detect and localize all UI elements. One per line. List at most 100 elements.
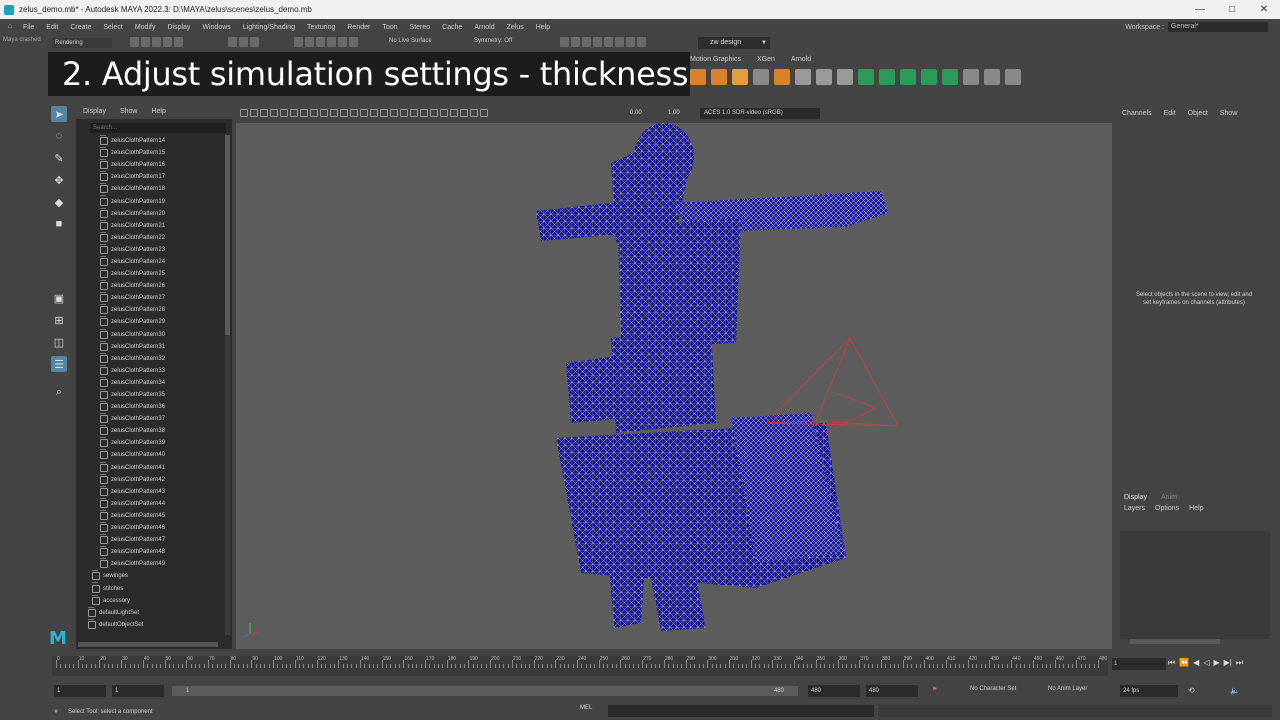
move-tool-icon[interactable]: ✥ <box>51 172 67 188</box>
layer-tab-anim[interactable]: Anim <box>1161 494 1177 501</box>
symmetry-dropdown[interactable]: Symmetry: Off <box>474 38 512 44</box>
anim-layer-dropdown[interactable]: No Anim Layer <box>1048 686 1087 692</box>
outliner-pattern-item[interactable]: zelusClothPattern37 <box>76 413 224 425</box>
menu-render[interactable]: Render <box>341 24 376 31</box>
animation-start-field[interactable]: 1 <box>54 685 106 697</box>
outliner-pattern-item[interactable]: zelusClothPattern16 <box>76 159 224 171</box>
channelbox-menu-show[interactable]: Show <box>1220 110 1238 117</box>
two-view-icon[interactable]: ◫ <box>51 334 67 350</box>
outliner-pattern-item[interactable]: zelusClothPattern35 <box>76 388 224 401</box>
select-object-icon[interactable] <box>239 37 248 47</box>
lights-icon[interactable] <box>400 109 408 117</box>
sound-icon[interactable]: 🔈 <box>1230 686 1240 695</box>
time-slider-track[interactable]: 0 10 20 30 40 50 60 70 80 90 100 110 120 130 140 150 160… <box>52 656 1108 676</box>
minimize-button[interactable]: — <box>1184 0 1216 19</box>
outliner-pattern-item[interactable]: zelusClothPattern20 <box>76 207 224 220</box>
four-view-icon[interactable]: ⊞ <box>51 312 67 328</box>
simulate-icon[interactable] <box>858 69 874 85</box>
left-leg-mesh[interactable] <box>608 551 646 628</box>
camera-attr-icon[interactable] <box>240 109 248 117</box>
outliner-search-input[interactable]: Search... <box>90 123 226 133</box>
render-settings-icon[interactable] <box>593 37 602 47</box>
outliner-pattern-item[interactable]: zelusClothPattern32 <box>76 352 224 365</box>
outliner-pattern-item[interactable]: zelusClothPattern17 <box>76 171 224 183</box>
menuset-dropdown[interactable]: Rendering <box>52 38 112 48</box>
light-icon[interactable] <box>626 37 635 47</box>
fold-icon[interactable] <box>774 69 790 85</box>
outliner-pattern-item[interactable]: zelusClothPattern45 <box>76 509 224 522</box>
play-backward-icon[interactable]: ◁ <box>1203 658 1209 668</box>
shelf-dropdown[interactable]: zw design ▼ <box>698 37 770 49</box>
outliner-group-item[interactable]: accessory <box>76 594 224 607</box>
antialias-icon[interactable] <box>440 109 448 117</box>
undo-icon[interactable] <box>163 37 172 47</box>
cache-icon[interactable] <box>921 69 937 85</box>
outliner-pattern-item[interactable]: zelusClothPattern33 <box>76 364 224 377</box>
outliner-set-item[interactable]: defaultObjectSet <box>76 618 224 631</box>
channelbox-menu-object[interactable]: Object <box>1188 110 1208 117</box>
outliner-pattern-item[interactable]: zelusClothPattern39 <box>76 437 224 449</box>
safe-title-icon[interactable] <box>350 109 358 117</box>
outliner-pattern-item[interactable]: zelusClothPattern47 <box>76 534 224 546</box>
snap-live-icon[interactable] <box>349 37 358 47</box>
xray-joints-icon[interactable] <box>470 109 478 117</box>
auto-key-icon[interactable]: ⚑ <box>932 686 937 693</box>
menu-file[interactable]: File <box>17 24 40 31</box>
textured-icon[interactable] <box>390 109 398 117</box>
menu-toon[interactable]: Toon <box>376 24 403 31</box>
weld-icon[interactable] <box>984 69 1000 85</box>
fps-dropdown[interactable]: 24 fps <box>1120 685 1178 697</box>
exposure-value[interactable]: 0.00 <box>630 110 642 116</box>
select-component-icon[interactable] <box>250 37 259 47</box>
snap-surface-icon[interactable] <box>338 37 347 47</box>
outliner-scroll-thumb[interactable] <box>225 135 230 335</box>
resolution-gate-icon[interactable] <box>310 109 318 117</box>
live-surface-label[interactable]: No Live Surface <box>389 38 432 44</box>
outliner-pattern-item[interactable]: zelusClothPattern29 <box>76 316 224 328</box>
outliner-pattern-item[interactable]: zelusClothPattern36 <box>76 401 224 413</box>
gamma-value[interactable]: 1.00 <box>668 110 680 116</box>
outliner-pattern-item[interactable]: zelusClothPattern15 <box>76 147 224 159</box>
outliner-pattern-item[interactable]: zelusClothPattern25 <box>76 268 224 280</box>
mel-command-input[interactable] <box>608 705 874 717</box>
menu-modify[interactable]: Modify <box>129 24 162 31</box>
step-back-icon[interactable]: ◀ <box>1193 658 1199 668</box>
motion-blur-icon[interactable] <box>430 109 438 117</box>
shelf-tab-motion-graphics[interactable]: Motion Graphics <box>690 56 741 63</box>
wireframe-on-shaded-icon[interactable] <box>380 109 388 117</box>
menu-help[interactable]: Help <box>530 24 556 31</box>
channelbox-menu-edit[interactable]: Edit <box>1164 110 1176 117</box>
layer-tab-display[interactable]: Display <box>1124 494 1147 501</box>
menu-select[interactable]: Select <box>97 24 128 31</box>
outliner-pattern-item[interactable]: zelusClothPattern38 <box>76 425 224 437</box>
collide-icon[interactable] <box>900 69 916 85</box>
outliner-pattern-item[interactable]: zelusClothPattern19 <box>76 195 224 207</box>
layer-list[interactable] <box>1120 531 1270 639</box>
menu-stereo[interactable]: Stereo <box>404 24 437 31</box>
outliner-pattern-item[interactable]: zelusClothPattern24 <box>76 255 224 268</box>
sew-icon[interactable] <box>711 69 727 85</box>
outliner-pattern-item[interactable]: zelusClothPattern41 <box>76 461 224 474</box>
outliner-group-item[interactable]: stitches <box>76 582 224 594</box>
ao-icon[interactable] <box>420 109 428 117</box>
reset-icon[interactable] <box>942 69 958 85</box>
outliner-pattern-item[interactable]: zelusClothPattern22 <box>76 231 224 244</box>
step-forward-icon[interactable]: ▶| <box>1224 658 1232 668</box>
xray-icon[interactable] <box>460 109 468 117</box>
layer-menu-options[interactable]: Options <box>1155 505 1179 512</box>
range-slider[interactable]: 1 480 <box>172 686 798 696</box>
outliner-pattern-item[interactable]: zelusClothPattern27 <box>76 292 224 304</box>
outliner-pattern-item[interactable]: zelusClothPattern31 <box>76 340 224 353</box>
colorspace-dropdown[interactable]: ACES 1.0 SDR-video (sRGB) <box>700 108 820 119</box>
shelf-tab-arnold[interactable]: Arnold <box>791 56 811 63</box>
outliner-pattern-item[interactable]: zelusClothPattern49 <box>76 558 224 570</box>
character-set-dropdown[interactable]: No Character Set <box>970 686 1016 692</box>
magnify-icon[interactable]: ⌕ <box>51 384 67 400</box>
outliner-pattern-item[interactable]: zelusClothPattern40 <box>76 449 224 461</box>
playback-start-field[interactable]: 1 <box>112 685 164 697</box>
maximize-button[interactable]: □ <box>1216 0 1248 19</box>
outliner-pattern-item[interactable]: zelusClothPattern42 <box>76 473 224 486</box>
wireframe-icon[interactable] <box>360 109 368 117</box>
pin-icon[interactable] <box>879 69 895 85</box>
snap-view-icon[interactable] <box>327 37 336 47</box>
